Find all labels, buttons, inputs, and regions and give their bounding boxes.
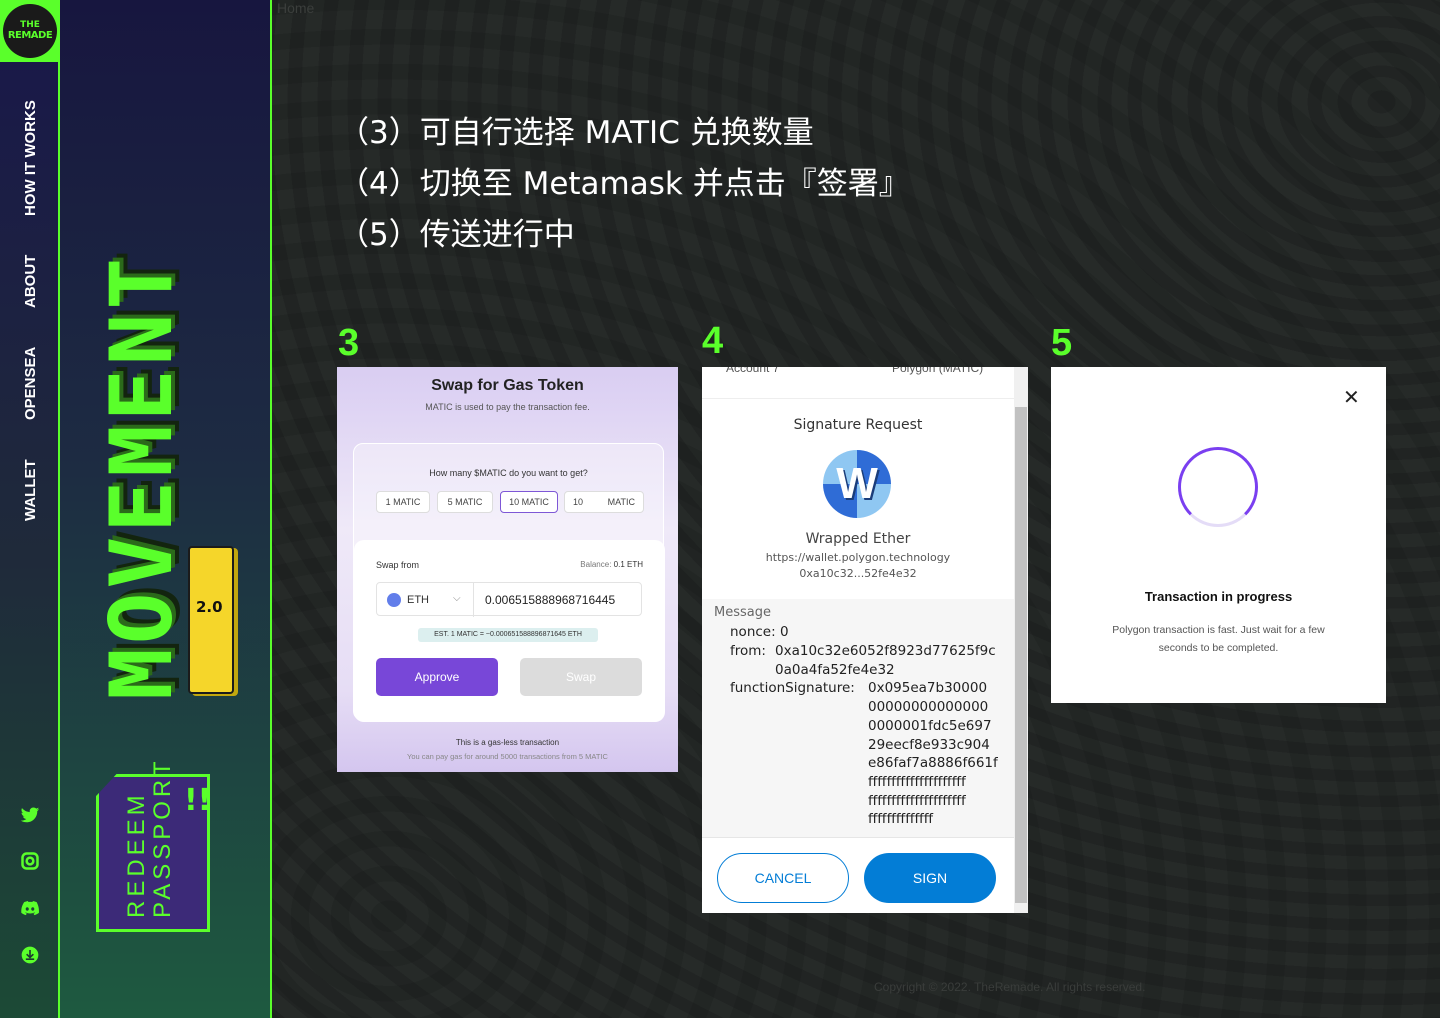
custom-matic-input[interactable]: 10 MATIC bbox=[564, 491, 644, 513]
logo[interactable]: THE REMADE bbox=[0, 0, 60, 62]
metamask-topbar: Account 7 Polygon (MATIC) bbox=[702, 367, 1014, 399]
nav-opensea[interactable]: OPENSEA bbox=[22, 347, 39, 420]
function-signature-label: functionSignature: bbox=[730, 680, 855, 696]
logo-top-text: THE bbox=[20, 20, 40, 30]
swap-from-card: Swap from Balance: 0.1 ETH ETH ⌵ 0.00651… bbox=[354, 540, 665, 722]
left-rail: THE REMADE HOW IT WORKS ABOUT OPENSEA WA… bbox=[0, 0, 60, 1018]
redeem-passport-label: REDEEM PASSPORT bbox=[123, 757, 176, 918]
function-signature-line: fffffffffffffffffffff bbox=[868, 774, 966, 790]
swap-button[interactable]: Swap bbox=[520, 658, 642, 696]
instruction-5: （5）传送进行中 bbox=[338, 217, 575, 253]
discord-icon[interactable] bbox=[20, 898, 40, 918]
gasless-title: This is a gas-less transaction bbox=[455, 738, 560, 747]
scrollbar-thumb[interactable] bbox=[1015, 407, 1027, 903]
matic-options: 1 MATIC 5 MATIC 10 MATIC 10 MATIC bbox=[376, 491, 644, 513]
function-signature-line: 0x095ea7b30000 bbox=[868, 680, 988, 696]
swap-amount-input[interactable]: 0.006515888968716445 bbox=[485, 593, 615, 607]
redeem-line1: REDEEM bbox=[123, 791, 150, 918]
instruction-4: （4）切换至 Metamask 并点击『签署』 bbox=[338, 166, 910, 202]
banner-title: MOVEMENT bbox=[92, 253, 192, 700]
swap-amount-card: How many $MATIC do you want to get? 1 MA… bbox=[353, 443, 665, 722]
swap-from-label: Swap from bbox=[376, 560, 420, 570]
swap-subtitle: MATIC is used to pay the transaction fee… bbox=[425, 402, 590, 412]
progress-desc: Polygon transaction is fast. Just wait f… bbox=[1112, 624, 1325, 654]
function-signature-line: 29eecf8e933c904 bbox=[868, 737, 990, 753]
sign-button[interactable]: SIGN bbox=[864, 853, 996, 903]
close-icon[interactable]: ✕ bbox=[1343, 385, 1360, 409]
passport-card-image: 2.0 bbox=[188, 546, 234, 694]
nav-how-it-works[interactable]: HOW IT WORKS bbox=[22, 100, 39, 216]
from-line-2: 0a0a4fa52fe4e32 bbox=[775, 662, 895, 678]
option-1-matic[interactable]: 1 MATIC bbox=[376, 491, 430, 513]
redeem-line2: PASSPORT bbox=[149, 757, 176, 918]
from-label: from: bbox=[730, 643, 766, 659]
scrollbar[interactable] bbox=[1014, 367, 1028, 913]
instagram-icon[interactable] bbox=[20, 851, 40, 871]
balance-label: Balance: bbox=[580, 560, 612, 569]
token-name: Wrapped Ether bbox=[805, 531, 911, 547]
function-signature-line: ffffffffffffff bbox=[868, 811, 934, 827]
progress-panel: ✕ Transaction in progress Polygon transa… bbox=[1051, 367, 1386, 703]
field-divider bbox=[473, 583, 474, 617]
signature-panel: Account 7 Polygon (MATIC) Signature Requ… bbox=[702, 367, 1028, 913]
nonce-value: 0 bbox=[779, 624, 789, 640]
logo-main-text: REMADE bbox=[7, 30, 53, 41]
chevron-down-icon[interactable]: ⌵ bbox=[453, 593, 461, 604]
step-number-4: 4 bbox=[702, 320, 724, 362]
signature-actions: CANCEL SIGN bbox=[702, 837, 1014, 913]
instruction-3: （3）可自行选择 MATIC 兑换数量 bbox=[338, 115, 814, 151]
swap-question: How many $MATIC do you want to get? bbox=[429, 468, 588, 478]
redeem-mark: !! bbox=[184, 783, 212, 818]
function-signature-line: fffffffffffffffffffff bbox=[868, 793, 966, 809]
step-number-5: 5 bbox=[1051, 322, 1073, 364]
token-name: ETH bbox=[407, 593, 429, 606]
cancel-button[interactable]: CANCEL bbox=[717, 853, 849, 903]
swap-panel: Swap for Gas Token MATIC is used to pay … bbox=[337, 367, 678, 772]
rate-estimate: EST. 1 MATIC = ~0.000651588896871645 ETH bbox=[418, 628, 598, 642]
loading-spinner bbox=[1178, 447, 1258, 527]
from-line-1: 0xa10c32e6052f8923d77625f9c bbox=[775, 643, 996, 659]
copyright: Copyright © 2022. TheRemade. All rights … bbox=[874, 980, 1146, 994]
nav-wallet[interactable]: WALLET bbox=[22, 459, 39, 521]
nav-about[interactable]: ABOUT bbox=[22, 255, 39, 308]
token-select[interactable]: ETH bbox=[387, 593, 429, 607]
download-icon[interactable] bbox=[20, 945, 40, 965]
balance: Balance: 0.1 ETH bbox=[580, 560, 643, 569]
account-label[interactable]: Account 7 bbox=[726, 367, 779, 375]
token-avatar: W bbox=[823, 450, 891, 518]
option-5-matic[interactable]: 5 MATIC bbox=[437, 491, 493, 513]
token-avatar-letter: W bbox=[836, 459, 878, 508]
swap-title: Swap for Gas Token bbox=[431, 377, 584, 394]
approve-button[interactable]: Approve bbox=[376, 658, 498, 696]
instruction-list: （3）可自行选择 MATIC 兑换数量 （4）切换至 Metamask 并点击『… bbox=[338, 108, 910, 261]
function-signature-line: 0000001fdc5e697 bbox=[868, 718, 992, 734]
logo-badge: THE REMADE bbox=[3, 4, 57, 58]
twitter-icon[interactable] bbox=[20, 805, 40, 825]
message-box: Message nonce: 0 from: 0xa10c32e6052f892… bbox=[702, 599, 1014, 837]
custom-matic-value: 10 bbox=[573, 497, 584, 507]
swap-from-field: ETH ⌵ 0.006515888968716445 bbox=[376, 582, 642, 617]
eth-icon bbox=[387, 593, 401, 607]
network-label[interactable]: Polygon (MATIC) bbox=[892, 367, 983, 375]
function-signature-line: 00000000000000 bbox=[868, 699, 989, 715]
step-number-3: 3 bbox=[338, 322, 360, 364]
passport-card-label: 2.0 bbox=[196, 598, 223, 616]
custom-matic-unit: MATIC bbox=[607, 497, 635, 507]
option-10-matic[interactable]: 10 MATIC bbox=[500, 491, 558, 513]
message-label: Message bbox=[714, 605, 771, 620]
progress-title: Transaction in progress bbox=[1144, 589, 1293, 604]
gasless-desc: You can pay gas for around 5000 transact… bbox=[407, 752, 608, 761]
balance-value: 0.1 ETH bbox=[613, 560, 643, 569]
function-signature-line: e86faf7a8886f661f bbox=[868, 755, 998, 771]
nonce-label: nonce: bbox=[730, 624, 776, 640]
breadcrumb[interactable]: Home bbox=[277, 0, 314, 16]
origin-url: https://wallet.polygon.technology bbox=[765, 551, 951, 564]
signature-title: Signature Request bbox=[793, 417, 923, 433]
contract-address: 0xa10c32...52fe4e32 bbox=[799, 567, 917, 580]
nonce-row: nonce: 0 bbox=[730, 623, 789, 642]
